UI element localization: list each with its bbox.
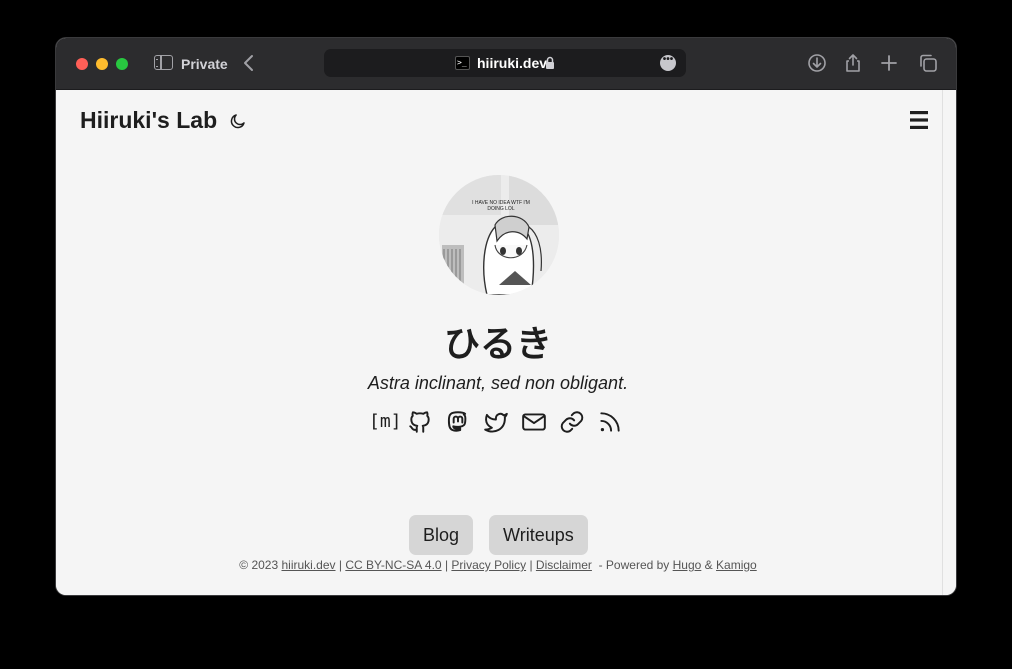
footer-link-kamigo[interactable]: Kamigo [716,558,757,572]
avatar-caption: I HAVE NO IDEA WTF I'M DOING LOL [472,200,530,212]
footer-link-license[interactable]: CC BY-NC-SA 4.0 [345,558,441,572]
close-button[interactable] [76,58,88,70]
mail-icon[interactable] [521,409,547,435]
footer-separator: | [338,558,342,572]
address-bar[interactable]: >_ hiiruki.dev ••• [324,49,686,77]
lock-icon [546,56,554,69]
footer-separator: | [444,558,449,572]
scrollbar-track[interactable] [942,90,943,595]
browser-toolbar: Private >_ hiiruki.dev ••• [56,38,956,90]
minimize-button[interactable] [96,58,108,70]
menu-icon[interactable] [910,110,928,130]
download-icon[interactable] [807,53,827,73]
site-favicon: >_ [455,56,470,70]
tagline: Astra inclinant, sed non obligant. [367,373,629,393]
tabs-icon[interactable] [918,53,938,73]
github-icon[interactable] [407,409,433,435]
moon-icon[interactable] [229,112,247,130]
site-title[interactable]: Hiiruki's Lab [80,107,217,134]
new-tab-icon[interactable] [879,53,899,73]
link-icon[interactable] [559,409,585,435]
matrix-icon[interactable]: [m] [369,409,402,435]
back-icon[interactable] [242,54,256,72]
browser-window: Private >_ hiiruki.dev ••• Hiiruki's Lab… [56,38,956,595]
avatar-illustration [439,175,559,295]
copyright-text: © 2023 [239,558,279,572]
url-text: hiiruki.dev [477,55,548,71]
footer-separator: | [529,558,533,572]
page-content: Hiiruki's Lab I HAVE NO IDEA WTF I'M DOI… [56,90,956,595]
twitter-icon[interactable] [483,409,509,435]
footer: © 2023 hiiruki.dev | CC BY-NC-SA 4.0 | P… [56,558,940,572]
footer-link-disclaimer[interactable]: Disclaimer [536,558,592,572]
social-links: [m] [369,409,623,439]
private-label: Private [181,56,228,72]
share-icon[interactable] [843,53,863,73]
ampersand: & [704,558,713,572]
blog-button[interactable]: Blog [409,515,474,555]
more-icon[interactable]: ••• [660,55,676,71]
footer-link-hugo[interactable]: Hugo [673,558,702,572]
rss-icon[interactable] [597,409,623,435]
author-name: ひるき [443,324,552,365]
mastodon-icon[interactable] [445,409,471,435]
powered-by-text: - Powered by [598,558,670,572]
avatar [439,175,559,295]
nav-buttons: Blog Writeups [409,515,588,555]
footer-link-site[interactable]: hiiruki.dev [281,558,335,572]
writeups-button[interactable]: Writeups [489,515,588,555]
sidebar-icon[interactable] [154,55,173,70]
footer-link-privacy[interactable]: Privacy Policy [451,558,526,572]
zoom-button[interactable] [116,58,128,70]
